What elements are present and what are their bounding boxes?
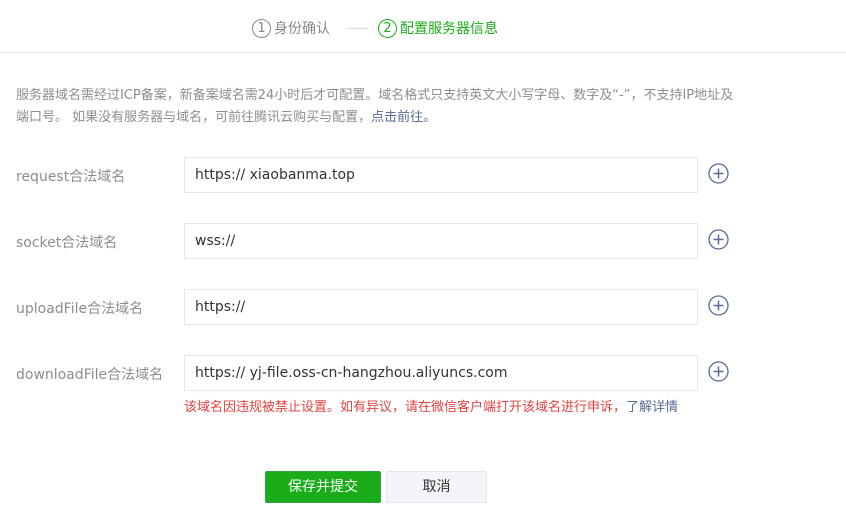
- plus-circle-icon: [708, 295, 729, 316]
- stepper: 1 身份确认 2 配置服务器信息: [0, 0, 846, 53]
- step-number-1: 1: [252, 18, 271, 38]
- add-socket-domain-button[interactable]: [708, 229, 729, 250]
- save-submit-button[interactable]: 保存并提交: [265, 471, 381, 503]
- request-domain-label: request合法域名: [16, 169, 126, 185]
- add-request-domain-button[interactable]: [708, 163, 729, 184]
- domain-notice: 服务器域名需经过ICP备案，新备案域名需24小时后才可配置。域名格式只支持英文大…: [16, 85, 736, 129]
- plus-circle-icon: [708, 229, 729, 250]
- step-label-identity: 身份确认: [274, 21, 330, 37]
- request-domain-input[interactable]: [184, 157, 698, 193]
- learn-more-link[interactable]: 了解详情: [626, 400, 678, 415]
- step-number-2: 2: [378, 18, 397, 38]
- upload-domain-label: uploadFile合法域名: [16, 301, 144, 317]
- plus-circle-icon: [708, 361, 729, 382]
- download-domain-label: downloadFile合法域名: [16, 367, 164, 383]
- add-download-domain-button[interactable]: [708, 361, 729, 382]
- step-label-server-config: 配置服务器信息: [400, 21, 498, 37]
- error-text: 该域名因违规被禁止设置。如有异议，请在微信客户端打开该域名进行申诉，: [184, 400, 627, 415]
- cancel-button[interactable]: 取消: [386, 471, 487, 503]
- socket-domain-label: socket合法域名: [16, 235, 118, 251]
- download-domain-error: 该域名因违规被禁止设置。如有异议，请在微信客户端打开该域名进行申诉，了解详情: [184, 397, 704, 419]
- upload-domain-input[interactable]: [184, 289, 698, 325]
- step-separator: [346, 28, 368, 29]
- socket-domain-input[interactable]: [184, 223, 698, 259]
- add-upload-domain-button[interactable]: [708, 295, 729, 316]
- plus-circle-icon: [708, 163, 729, 184]
- purchase-link[interactable]: 点击前往。: [371, 110, 436, 125]
- step-identity: 1 身份确认: [252, 17, 330, 39]
- download-domain-input[interactable]: [184, 355, 698, 391]
- step-server-config: 2 配置服务器信息: [378, 17, 498, 39]
